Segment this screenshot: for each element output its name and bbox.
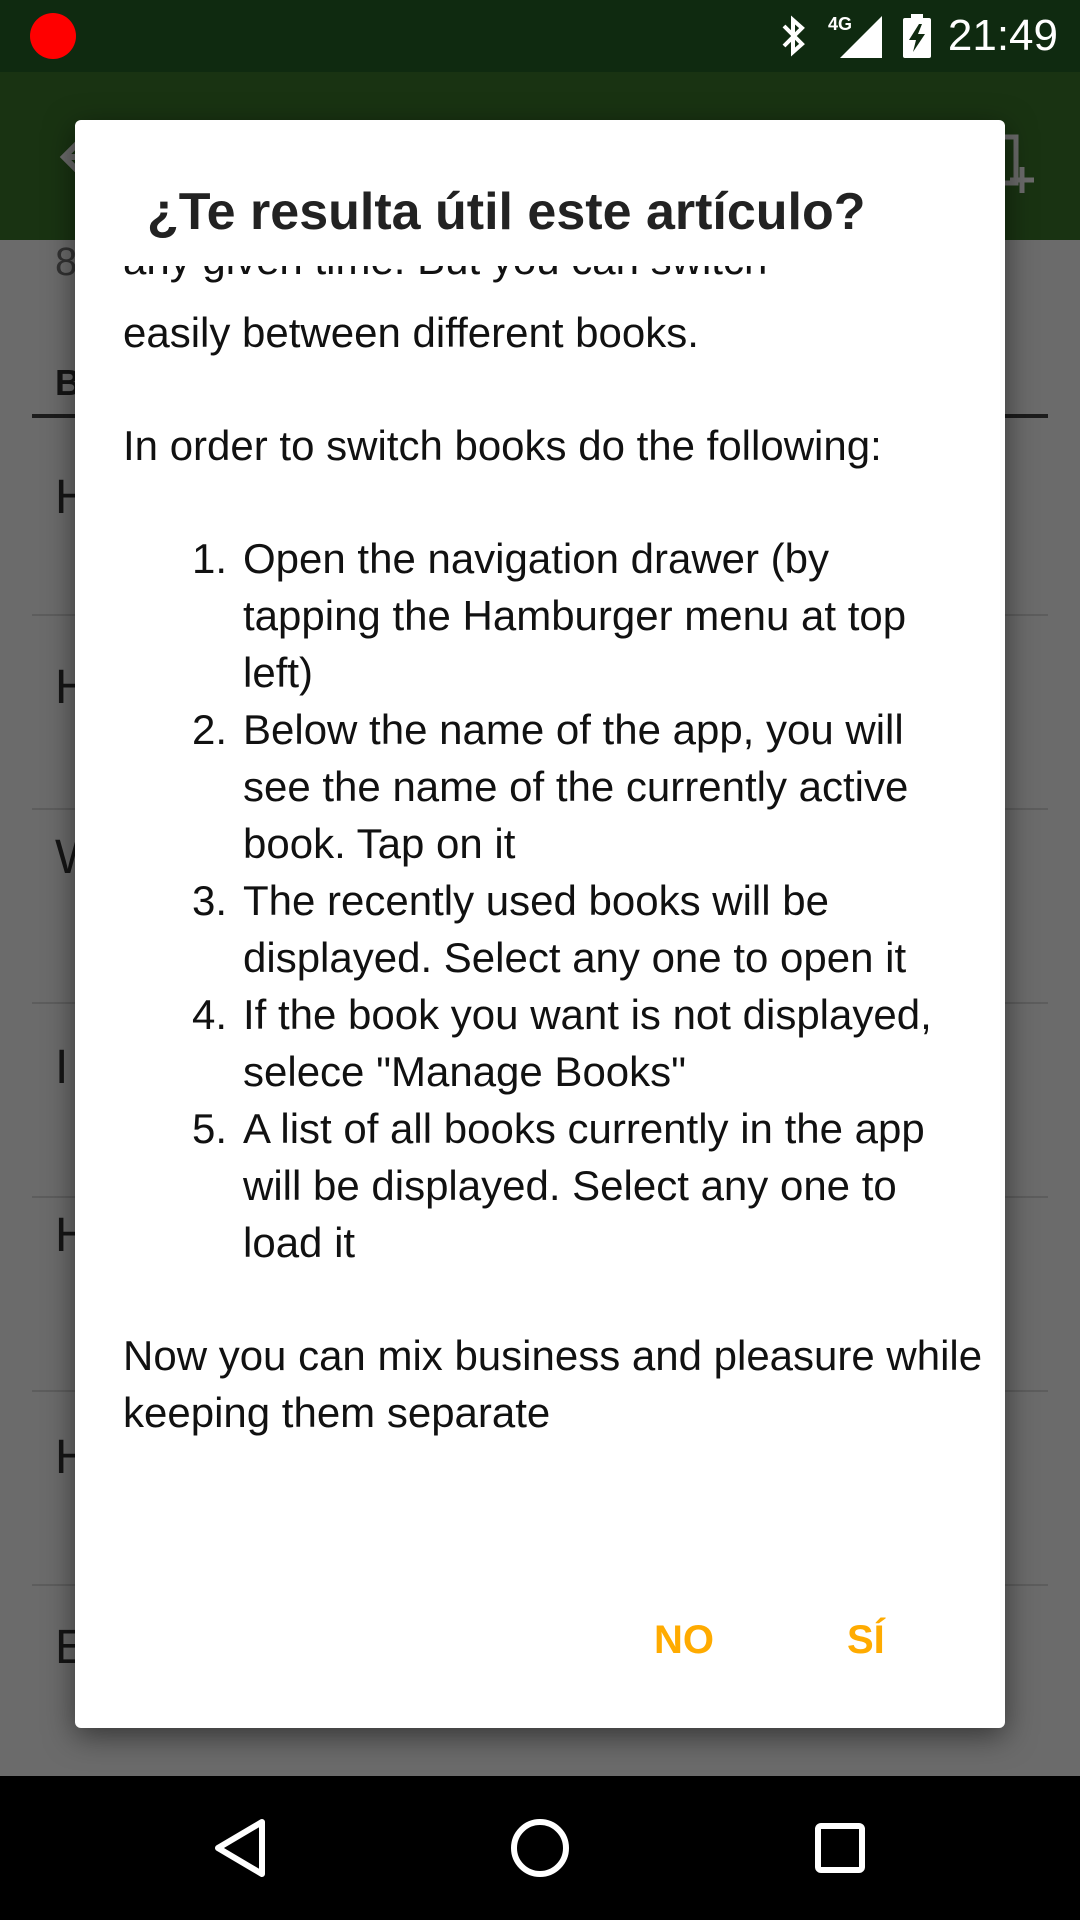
partial-text-line: any given time. But you can switch xyxy=(123,236,768,283)
no-button[interactable]: NO xyxy=(642,1600,726,1680)
signal-icon: 4G xyxy=(828,14,882,58)
nav-recents-button[interactable] xyxy=(768,1776,912,1920)
body-text: easily between different books. xyxy=(123,309,699,356)
recents-square-icon xyxy=(815,1823,865,1873)
dialog-actions: NO SÍ xyxy=(75,1600,1005,1680)
nav-back-button[interactable] xyxy=(168,1776,312,1920)
yes-button[interactable]: SÍ xyxy=(835,1600,897,1680)
record-dot-icon xyxy=(30,13,76,59)
system-nav-bar xyxy=(0,1776,1080,1920)
step-item: 3. The recently used books will be displa… xyxy=(191,877,907,981)
back-triangle-icon xyxy=(215,1819,265,1877)
network-label: 4G xyxy=(828,14,852,34)
status-icons: 4G 21:49 xyxy=(776,0,1058,72)
battery-charging-icon xyxy=(902,14,931,58)
dialog-title: ¿Te resulta útil este artículo? xyxy=(147,183,866,241)
status-bar: 4G 21:49 xyxy=(0,0,1080,72)
feedback-dialog: ¿Te resulta útil este artículo? any give… xyxy=(75,120,1005,1728)
bluetooth-icon xyxy=(782,15,805,57)
nav-home-button[interactable] xyxy=(468,1776,612,1920)
step-item: 4. If the book you want is not displayed,… xyxy=(191,991,932,1095)
intro-text: In order to switch books do the followin… xyxy=(123,422,882,469)
home-circle-icon xyxy=(511,1819,569,1877)
closing-text: Now you can mix business and pleasure wh… xyxy=(123,1332,983,1436)
steps-list: 1. Open the navigation drawer (by tapping… xyxy=(123,530,983,1271)
step-item: 5. A list of all books currently in the a… xyxy=(191,1105,925,1266)
step-item: 2. Below the name of the app, you will se… xyxy=(191,706,909,867)
dialog-scroll-area[interactable]: any given time. But you can switch easil… xyxy=(75,228,1005,1680)
dialog-body: easily between different books. In order… xyxy=(123,304,983,1441)
step-item: 1. Open the navigation drawer (by tapping… xyxy=(191,535,907,696)
status-time: 21:49 xyxy=(947,11,1058,60)
